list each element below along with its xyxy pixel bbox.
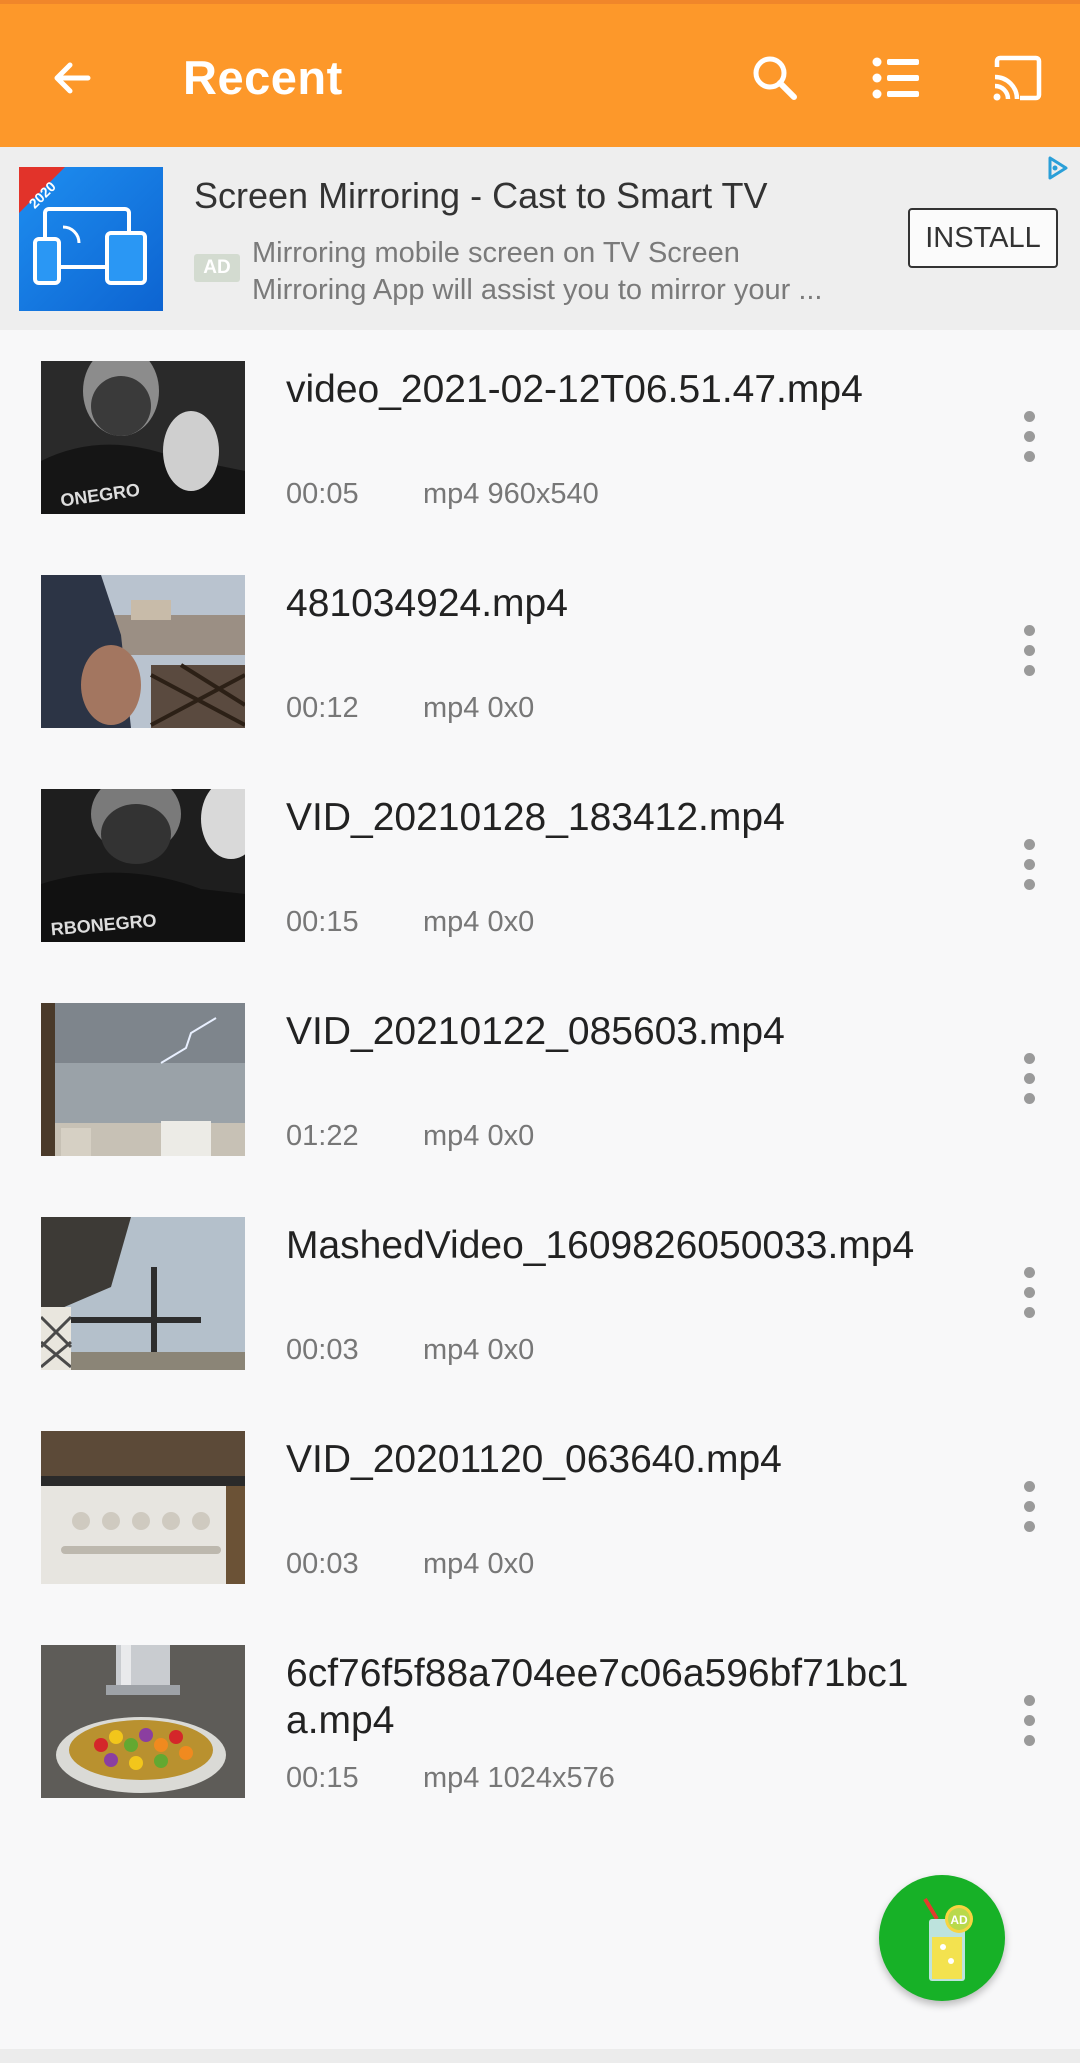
video-title: VID_20210128_183412.mp4 [286, 796, 785, 839]
adchoices-icon[interactable] [1042, 153, 1072, 183]
search-icon[interactable] [749, 52, 801, 104]
bottom-divider [0, 2049, 1080, 2063]
video-duration: 00:05 [286, 478, 359, 510]
list-item[interactable]: ONEGRO video_2021-02-12T06.51.47.mp4 00:… [0, 330, 1080, 544]
ad-desc-line2: Mirroring App will assist you to mirror … [252, 274, 823, 306]
back-arrow-icon[interactable] [48, 54, 96, 102]
fab-ad-badge: AD [950, 1913, 968, 1927]
video-duration: 00:15 [286, 906, 359, 938]
video-title: video_2021-02-12T06.51.47.mp4 [286, 368, 863, 411]
list-item[interactable]: RBONEGRO VID_20210128_183412.mp4 00:15 m… [0, 758, 1080, 972]
video-thumbnail [41, 575, 245, 728]
list-item[interactable]: 481034924.mp4 00:12 mp4 0x0 [0, 544, 1080, 758]
video-meta: mp4 0x0 [423, 1120, 535, 1152]
ad-title: Screen Mirroring - Cast to Smart TV [194, 175, 768, 216]
video-thumbnail [41, 1003, 245, 1156]
video-thumbnail: ONEGRO [41, 361, 245, 514]
video-duration: 00:03 [286, 1334, 359, 1366]
video-meta: mp4 960x540 [423, 478, 599, 510]
ad-description: Mirroring mobile screen on TV Screen Mir… [252, 235, 892, 309]
ad-banner[interactable]: 2020 Screen Mirroring - Cast to Smart TV… [0, 147, 1080, 330]
cast-icon[interactable] [991, 52, 1043, 104]
video-meta: mp4 0x0 [423, 1334, 535, 1366]
page-title: Recent [183, 51, 343, 104]
video-meta: mp4 0x0 [423, 906, 535, 938]
list-item[interactable]: VID_20201120_063640.mp4 00:03 mp4 0x0 [0, 1400, 1080, 1614]
video-meta: mp4 0x0 [423, 1548, 535, 1580]
video-duration: 00:15 [286, 1762, 359, 1794]
video-thumbnail [41, 1217, 245, 1370]
app-bar: Recent [0, 0, 1080, 147]
more-options-icon[interactable] [1010, 1691, 1050, 1751]
list-item[interactable]: 6cf76f5f88a704ee7c06a596bf71bc1a.mp4 00:… [0, 1614, 1080, 1828]
more-options-icon[interactable] [1010, 621, 1050, 681]
ad-badge: AD [194, 254, 240, 282]
video-title: VID_20210122_085603.mp4 [286, 1010, 785, 1053]
ad-desc-line1: Mirroring mobile screen on TV Screen [252, 237, 740, 269]
list-item[interactable]: VID_20210122_085603.mp4 01:22 mp4 0x0 [0, 972, 1080, 1186]
more-options-icon[interactable] [1010, 1477, 1050, 1537]
video-title: 6cf76f5f88a704ee7c06a596bf71bc1a.mp4 [286, 1652, 909, 1742]
video-meta: mp4 1024x576 [423, 1762, 615, 1794]
list-item[interactable]: MashedVideo_1609826050033.mp4 00:03 mp4 … [0, 1186, 1080, 1400]
video-title: 481034924.mp4 [286, 582, 568, 625]
video-duration: 00:12 [286, 692, 359, 724]
more-options-icon[interactable] [1010, 835, 1050, 895]
install-button[interactable]: INSTALL [908, 208, 1058, 268]
more-options-icon[interactable] [1010, 1263, 1050, 1323]
more-options-icon[interactable] [1010, 1049, 1050, 1109]
ad-app-icon: 2020 [19, 167, 163, 311]
video-duration: 01:22 [286, 1120, 359, 1152]
video-duration: 00:03 [286, 1548, 359, 1580]
video-title: VID_20201120_063640.mp4 [286, 1438, 782, 1481]
video-thumbnail [41, 1645, 245, 1798]
game-ad-fab[interactable]: AD [879, 1875, 1005, 2001]
video-thumbnail [41, 1431, 245, 1584]
video-thumbnail: RBONEGRO [41, 789, 245, 942]
video-meta: mp4 0x0 [423, 692, 535, 724]
more-options-icon[interactable] [1010, 407, 1050, 467]
list-view-icon[interactable] [870, 52, 922, 104]
video-list: ONEGRO video_2021-02-12T06.51.47.mp4 00:… [0, 330, 1080, 1828]
video-title: MashedVideo_1609826050033.mp4 [286, 1224, 915, 1267]
